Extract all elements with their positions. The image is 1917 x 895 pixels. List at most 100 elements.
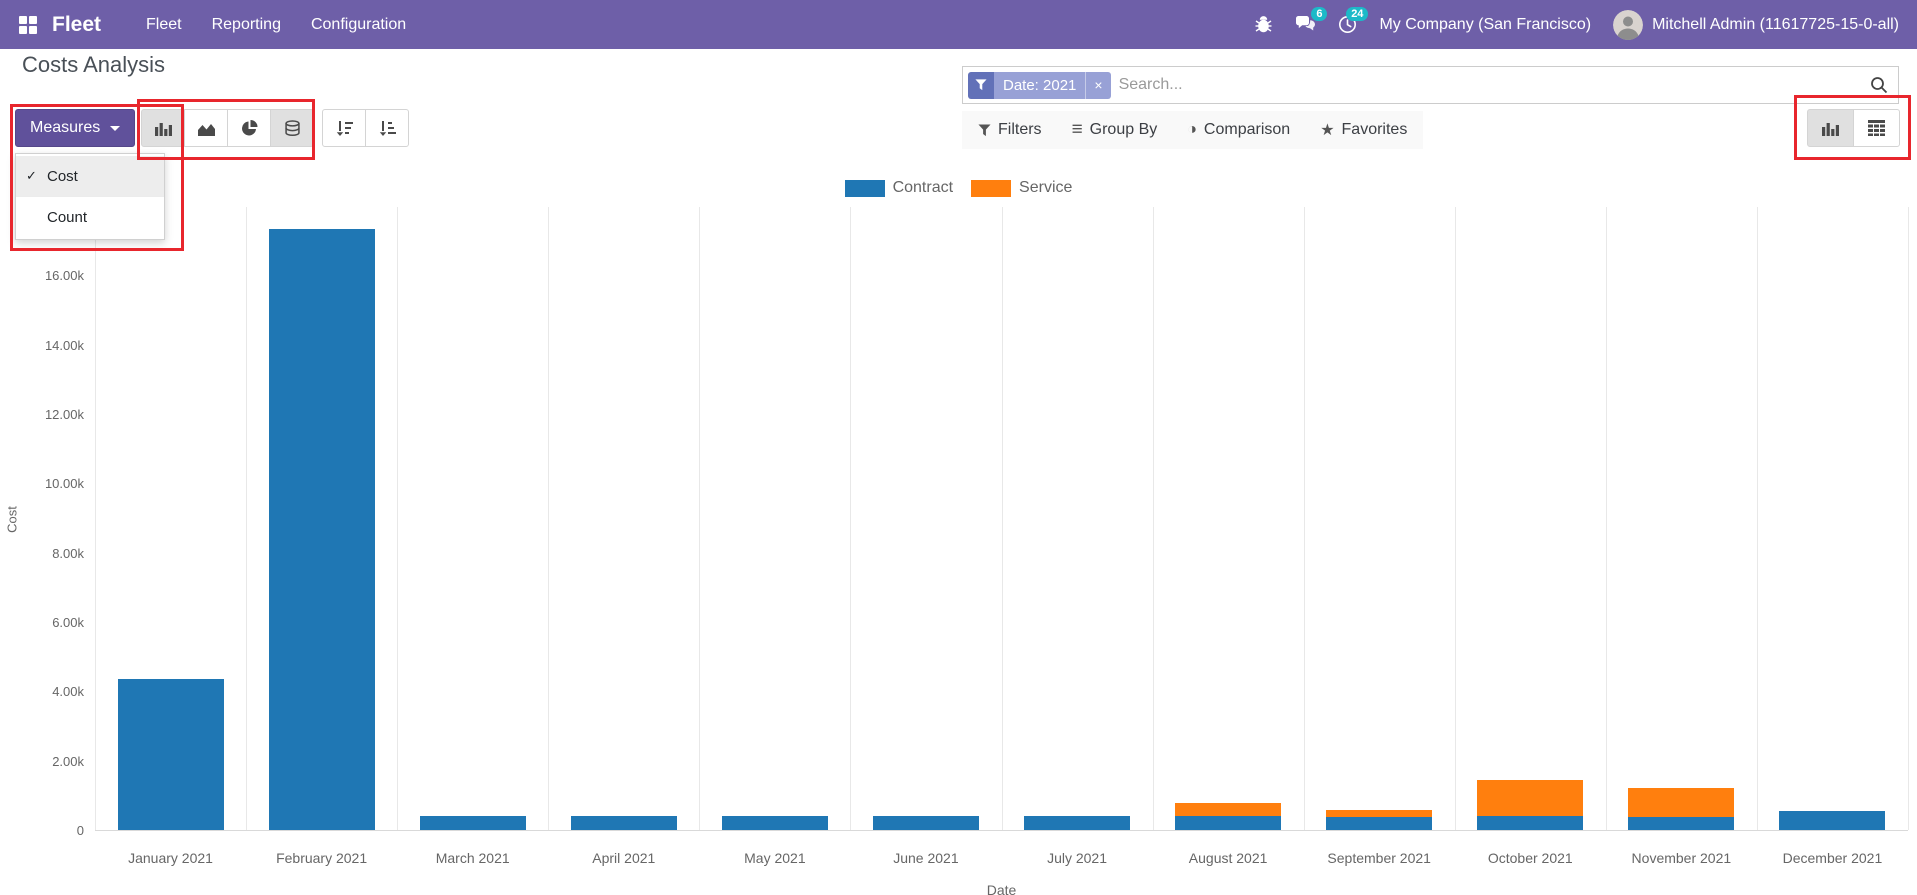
bar-service[interactable] xyxy=(1326,809,1433,817)
gridline xyxy=(246,207,248,830)
systray: 6 24 My Company (San Francisco) Mitchell… xyxy=(1254,7,1899,40)
bar-service[interactable] xyxy=(1628,788,1735,817)
measure-count-label: Count xyxy=(47,208,88,226)
gridline xyxy=(1605,207,1607,830)
bar-contract[interactable] xyxy=(117,679,224,830)
search-magnifier-icon[interactable] xyxy=(1870,76,1888,94)
y-tick-label: 12.00k xyxy=(44,407,84,422)
activities-badge: 24 xyxy=(1346,7,1369,21)
measure-option-cost[interactable]: ✓ Cost xyxy=(16,156,164,196)
bar-contract[interactable] xyxy=(872,816,979,830)
nav-left: Fleet Fleet Reporting Configuration xyxy=(18,0,421,49)
bar-contract[interactable] xyxy=(1024,816,1131,830)
x-tick-label: December 2021 xyxy=(1782,850,1883,866)
comparison-icon: ◑ xyxy=(1187,121,1197,138)
search-input[interactable] xyxy=(1118,76,1870,94)
y-tick-label: 0 xyxy=(76,823,84,838)
bar-contract[interactable] xyxy=(1779,810,1886,830)
favorites-button[interactable]: ★ Favorites xyxy=(1320,120,1407,140)
measure-option-count[interactable]: Count xyxy=(16,197,164,237)
apps-grid-icon[interactable] xyxy=(18,15,38,35)
chart-area: Cost Date 0 2.00k 4.00k 6.00k 8.00k 10.00k 12.… xyxy=(0,200,1917,895)
bar-contract[interactable] xyxy=(1326,816,1433,830)
bar-contract[interactable] xyxy=(268,228,375,830)
sort-ascending-button[interactable] xyxy=(365,109,409,147)
fleet-app: Fleet Fleet Reporting Configuration 6 24… xyxy=(0,0,1917,895)
user-menu[interactable]: Mitchell Admin (11617725-15-0-all) xyxy=(1613,9,1899,40)
x-tick-label: June 2021 xyxy=(893,850,959,866)
gridline xyxy=(397,207,399,830)
debug-bug-icon[interactable] xyxy=(1254,15,1273,34)
gridline xyxy=(1152,207,1154,830)
chart-legend: Contract Service xyxy=(0,179,1917,197)
x-axis-title: Date xyxy=(986,882,1017,895)
bar-contract[interactable] xyxy=(419,816,526,830)
sort-switcher xyxy=(322,109,409,147)
sort-descending-button[interactable] xyxy=(322,109,366,147)
filter-funnel-icon xyxy=(978,123,991,137)
bar-contract[interactable] xyxy=(721,816,828,830)
messages-badge: 6 xyxy=(1311,7,1328,21)
main-menu: Fleet Reporting Configuration xyxy=(131,0,421,49)
measure-cost-label: Cost xyxy=(47,167,78,185)
graph-view-button[interactable] xyxy=(1807,109,1854,147)
legend-label: Service xyxy=(1019,179,1073,196)
group-by-button[interactable]: ≡ Group By xyxy=(1072,119,1158,141)
y-tick-label: 14.00k xyxy=(44,337,84,353)
x-tick-label: August 2021 xyxy=(1188,850,1268,866)
facet-label: Date: 2021 xyxy=(994,71,1086,99)
facet-remove-icon[interactable]: × xyxy=(1085,71,1111,99)
legend-item-contract[interactable]: Contract xyxy=(844,179,953,197)
x-tick-label: July 2021 xyxy=(1047,850,1107,866)
measures-dropdown: ✓ Cost Count xyxy=(15,153,165,240)
pie-chart-button[interactable] xyxy=(227,109,271,147)
comparison-label: Comparison xyxy=(1203,121,1291,138)
bar-contract[interactable] xyxy=(1628,816,1735,830)
bar-service[interactable] xyxy=(1175,802,1282,817)
bar-contract[interactable] xyxy=(1175,816,1282,830)
app-brand[interactable]: Fleet xyxy=(52,13,101,37)
menu-fleet[interactable]: Fleet xyxy=(131,0,197,49)
page-title: Costs Analysis xyxy=(22,52,166,77)
user-avatar xyxy=(1613,9,1644,40)
search-bar[interactable]: Date: 2021 × xyxy=(962,66,1899,104)
group-by-icon: ≡ xyxy=(1071,119,1083,140)
legend-item-service[interactable]: Service xyxy=(971,179,1072,197)
bar-service[interactable] xyxy=(1477,779,1584,817)
x-tick-label: April 2021 xyxy=(592,850,656,866)
top-navbar: Fleet Fleet Reporting Configuration 6 24… xyxy=(0,0,1917,49)
menu-reporting[interactable]: Reporting xyxy=(197,0,296,49)
line-area-chart-button[interactable] xyxy=(184,109,228,147)
y-axis-title: Cost xyxy=(4,506,20,533)
x-tick-label: November 2021 xyxy=(1631,850,1732,866)
gridline xyxy=(850,207,852,830)
group-by-label: Group By xyxy=(1089,121,1158,138)
check-icon: ✓ xyxy=(26,168,37,183)
x-tick-label: March 2021 xyxy=(435,850,510,866)
menu-configuration[interactable]: Configuration xyxy=(296,0,421,49)
y-tick-label: 2.00k xyxy=(52,753,84,769)
bar-contract[interactable] xyxy=(570,816,677,830)
filters-button[interactable]: Filters xyxy=(978,121,1042,139)
gridline xyxy=(95,207,96,830)
x-tick-label: January 2021 xyxy=(128,850,213,866)
stacked-toggle-button[interactable] xyxy=(270,109,314,147)
favorites-label: Favorites xyxy=(1341,121,1408,138)
messages-icon[interactable]: 6 xyxy=(1295,7,1328,34)
gridline xyxy=(699,207,701,830)
y-tick-label: 10.00k xyxy=(44,476,84,492)
bar-chart-button[interactable] xyxy=(141,109,185,147)
chevron-down-icon xyxy=(110,125,121,131)
comparison-button[interactable]: ◑ Comparison xyxy=(1187,121,1290,139)
y-tick-label: 6.00k xyxy=(52,615,84,630)
gridline xyxy=(1303,207,1305,830)
bar-contract[interactable] xyxy=(1477,816,1584,830)
pivot-view-button[interactable] xyxy=(1853,109,1900,147)
chart-type-switcher xyxy=(141,109,314,147)
activities-clock-icon[interactable]: 24 xyxy=(1338,7,1369,34)
gridline xyxy=(1001,207,1003,830)
x-tick-label: February 2021 xyxy=(276,850,368,866)
y-tick-label: 4.00k xyxy=(52,684,84,700)
company-switcher[interactable]: My Company (San Francisco) xyxy=(1379,16,1591,34)
measures-button[interactable]: Measures xyxy=(15,109,136,147)
